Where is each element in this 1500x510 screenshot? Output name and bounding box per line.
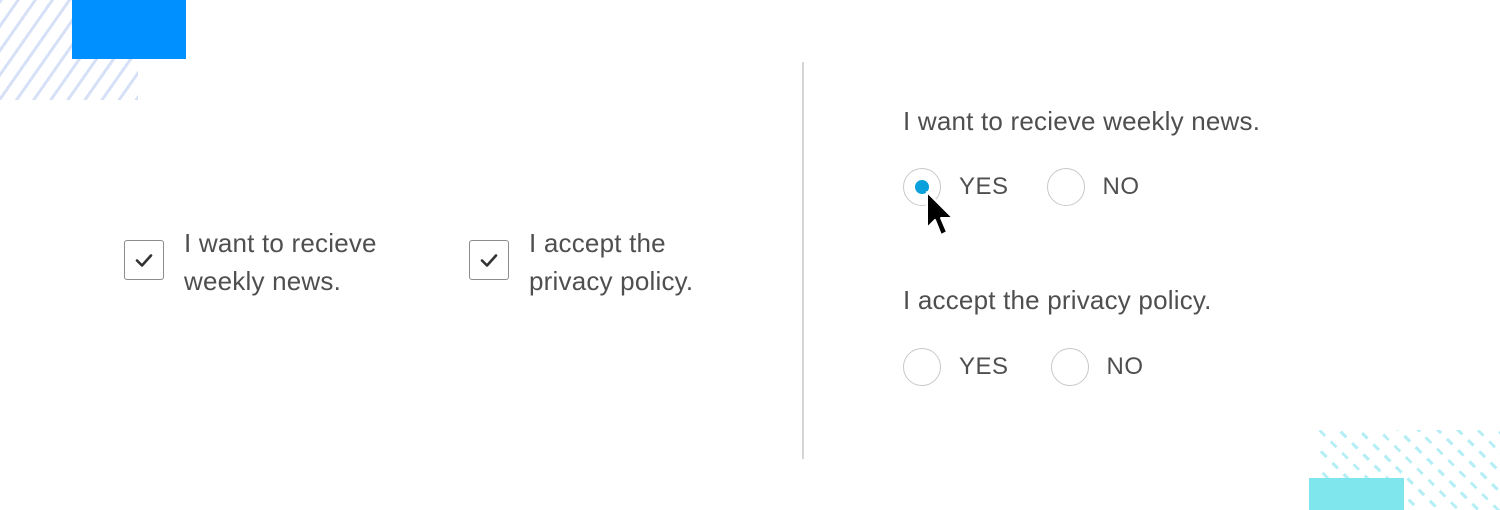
checkbox-label: I want to recieve weekly news.: [184, 224, 424, 300]
radio-label: YES: [959, 353, 1009, 380]
radio-group-privacy-policy: YES NO: [903, 348, 1144, 386]
decorative-block-top-left: [72, 0, 186, 59]
radio-button[interactable]: [1050, 348, 1089, 386]
checkbox-label-line: privacy policy.: [529, 266, 694, 296]
checkbox-label-line: weekly news.: [184, 266, 342, 296]
radio-label: YES: [959, 173, 1009, 200]
radio-option-yes[interactable]: YES: [903, 348, 1009, 386]
decorative-block-bottom-right: [1309, 478, 1404, 510]
radio-label: NO: [1102, 173, 1140, 200]
page: I want to recieve weekly news. I accept …: [0, 0, 1500, 510]
checkbox-box[interactable]: [124, 240, 164, 280]
radio-option-no[interactable]: NO: [1050, 348, 1144, 386]
checkbox-label-line: I accept the: [529, 228, 666, 258]
checkbox-box[interactable]: [469, 240, 509, 280]
vertical-divider: [802, 62, 804, 459]
checkmark-icon: [480, 254, 498, 267]
checkmark-icon: [135, 254, 153, 267]
radio-button[interactable]: [903, 348, 941, 386]
checkbox-weekly-news[interactable]: I want to recieve weekly news.: [124, 224, 424, 300]
radio-button[interactable]: [1046, 168, 1085, 206]
radio-option-no[interactable]: NO: [1046, 168, 1140, 206]
radio-option-yes[interactable]: YES: [903, 168, 1009, 206]
checkbox-label: I accept the privacy policy.: [529, 224, 769, 300]
radio-button[interactable]: [903, 168, 941, 206]
radio-question-privacy-policy: I accept the privacy policy.: [903, 285, 1212, 315]
checkbox-privacy-policy[interactable]: I accept the privacy policy.: [469, 224, 769, 300]
radio-label: NO: [1106, 353, 1144, 380]
radio-selected-dot: [915, 180, 929, 194]
radio-question-weekly-news: I want to recieve weekly news.: [903, 106, 1261, 136]
radio-group-weekly-news: YES NO: [903, 168, 1140, 206]
checkbox-label-line: I want to recieve: [184, 228, 377, 258]
